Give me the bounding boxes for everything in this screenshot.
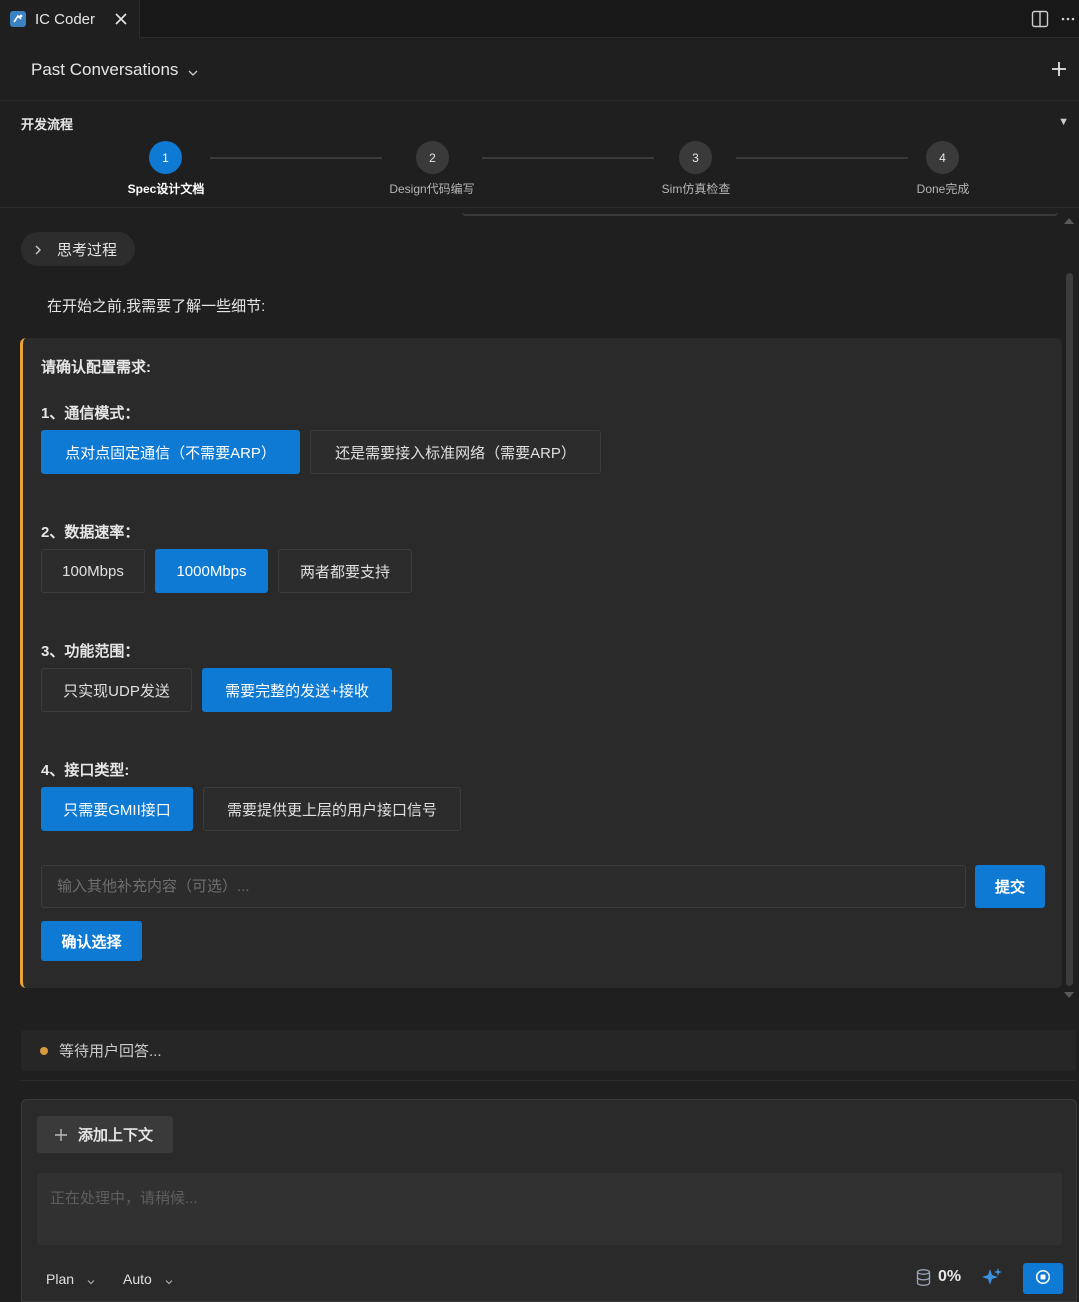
question-title: 1、通信模式： xyxy=(41,405,140,422)
chat-composer: 添加上下文 Plan Auto 0% xyxy=(21,1099,1077,1302)
chevron-right-icon xyxy=(33,243,43,255)
model-label: Auto xyxy=(123,1271,152,1287)
collapse-triangle-icon[interactable]: ▼ xyxy=(1058,116,1069,128)
plus-icon xyxy=(54,1128,68,1142)
card-title: 请确认配置需求: xyxy=(41,359,151,376)
option-button[interactable]: 需要完整的发送+接收 xyxy=(202,668,392,712)
conversation-header: Past Conversations xyxy=(0,39,1079,101)
stop-generation-button[interactable] xyxy=(1023,1263,1063,1294)
question-title: 2、数据速率： xyxy=(41,524,140,541)
status-text: 等待用户回答... xyxy=(59,1043,162,1060)
step-connector xyxy=(736,157,908,159)
past-conversations-dropdown[interactable]: Past Conversations xyxy=(31,60,199,80)
step-connector xyxy=(482,157,654,159)
confirm-selection-button[interactable]: 确认选择 xyxy=(41,921,142,961)
scroll-up-arrow-icon[interactable] xyxy=(1064,218,1074,224)
step-2-circle: 2 xyxy=(416,141,449,174)
new-conversation-button[interactable] xyxy=(1049,59,1069,79)
close-icon[interactable] xyxy=(111,9,131,29)
question-title: 4、接口类型: xyxy=(41,762,130,779)
step-connector xyxy=(210,157,382,159)
chevron-down-icon xyxy=(86,1274,96,1285)
supplement-input[interactable] xyxy=(41,865,966,908)
tabbar-actions xyxy=(1031,0,1079,38)
split-editor-icon[interactable] xyxy=(1031,10,1049,28)
past-conversations-label: Past Conversations xyxy=(31,60,179,79)
option-button[interactable]: 还是需要接入标准网络（需要ARP） xyxy=(310,430,601,474)
config-question-card: 请确认配置需求: 1、通信模式： 点对点固定通信（不需要ARP） 还是需要接入标… xyxy=(20,338,1062,988)
chevron-down-icon xyxy=(187,64,199,76)
option-button[interactable]: 只实现UDP发送 xyxy=(41,668,192,712)
dev-flow-panel: 开发流程 ▼ 1 2 3 4 Spec设计文档 Design代码编写 Sim仿真… xyxy=(0,102,1079,208)
option-button[interactable]: 两者都要支持 xyxy=(278,549,412,593)
divider xyxy=(21,1080,1076,1081)
scrollbar-thumb[interactable] xyxy=(1066,273,1073,986)
question-title: 3、功能范围： xyxy=(41,643,140,660)
model-dropdown[interactable]: Auto xyxy=(123,1271,174,1287)
scroll-fade-edge xyxy=(462,212,1058,216)
thinking-process-toggle[interactable]: 思考过程 xyxy=(21,232,135,266)
tab-title: IC Coder xyxy=(35,10,96,28)
flow-title: 开发流程 xyxy=(21,117,74,132)
step-3-label: Sim仿真检查 xyxy=(661,182,731,196)
scroll-down-arrow-icon[interactable] xyxy=(1064,992,1074,998)
message-input[interactable] xyxy=(37,1173,1062,1245)
status-dot-icon xyxy=(40,1046,48,1055)
step-3-circle: 3 xyxy=(679,141,712,174)
usage-percent: 0% xyxy=(938,1268,962,1285)
editor-tab-bar: IC Coder xyxy=(0,0,1079,38)
step-2-label: Design代码编写 xyxy=(389,182,475,196)
more-actions-icon[interactable] xyxy=(1061,10,1075,28)
step-1-circle: 1 xyxy=(149,141,182,174)
add-context-label: 添加上下文 xyxy=(78,1127,154,1144)
ic-coder-logo-icon xyxy=(10,11,26,27)
assistant-message: 在开始之前,我需要了解一些细节: xyxy=(47,298,266,315)
submit-button[interactable]: 提交 xyxy=(975,865,1045,908)
option-button[interactable]: 点对点固定通信（不需要ARP） xyxy=(41,430,300,474)
option-button[interactable]: 100Mbps xyxy=(41,549,145,593)
mode-dropdown[interactable]: Plan xyxy=(46,1271,96,1287)
chevron-down-icon xyxy=(164,1274,174,1285)
tab-ic-coder[interactable]: IC Coder xyxy=(0,0,140,38)
database-icon xyxy=(916,1268,931,1286)
option-button[interactable]: 需要提供更上层的用户接口信号 xyxy=(203,787,461,831)
context-usage: 0% xyxy=(916,1268,961,1286)
option-button[interactable]: 只需要GMII接口 xyxy=(41,787,193,831)
step-1-label: Spec设计文档 xyxy=(127,182,205,196)
thinking-label: 思考过程 xyxy=(57,241,118,259)
step-4-circle: 4 xyxy=(926,141,959,174)
step-4-label: Done完成 xyxy=(916,182,970,196)
option-button[interactable]: 1000Mbps xyxy=(155,549,268,593)
add-context-button[interactable]: 添加上下文 xyxy=(37,1116,173,1153)
mode-label: Plan xyxy=(46,1271,75,1287)
status-bar: 等待用户回答... xyxy=(21,1030,1076,1071)
stop-icon xyxy=(1035,1269,1051,1288)
sparkle-icon[interactable] xyxy=(981,1266,1003,1288)
